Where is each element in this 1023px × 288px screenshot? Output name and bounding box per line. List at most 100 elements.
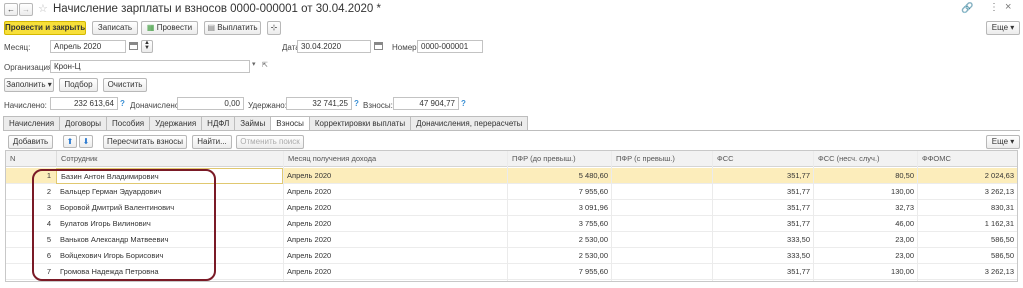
save-button[interactable]: Записать [92, 21, 138, 35]
help-icon[interactable]: ? [461, 98, 466, 109]
star-icon[interactable]: ☆ [38, 2, 48, 15]
cell-fss[interactable]: 333,50 [712, 248, 813, 264]
month-stepper[interactable]: ▲ ▼ [141, 40, 153, 53]
cell-fss[interactable]: 351,77 [712, 168, 813, 184]
cell-pfr-after[interactable] [611, 184, 712, 200]
cell-ffoms[interactable]: 830,31 [917, 200, 1017, 216]
date-field[interactable]: 30.04.2020 [297, 40, 371, 53]
cell-month[interactable]: Апрель 2020 [283, 184, 507, 200]
cell-fss[interactable]: 351,77 [712, 184, 813, 200]
select-button[interactable]: Подбор [59, 78, 98, 92]
cell-pfr-after[interactable] [611, 232, 712, 248]
calendar-icon[interactable] [129, 42, 138, 50]
cell-pfr-before[interactable]: 2 530,00 [507, 248, 611, 264]
grid-more-button[interactable]: Еще ▾ [986, 135, 1020, 149]
chevron-down-icon: ▾ [47, 80, 52, 89]
tab-accruals[interactable]: Начисления [3, 116, 61, 130]
move-down-button[interactable]: ⬇ [79, 135, 93, 148]
tab-contracts[interactable]: Договоры [59, 116, 107, 130]
post-button[interactable]: ▦ Провести [141, 21, 198, 35]
cell-month[interactable]: Апрель 2020 [283, 232, 507, 248]
more-button[interactable]: Еще ▾ [986, 21, 1020, 35]
dropdown-icon[interactable]: ▾ [252, 60, 256, 68]
help-icon[interactable]: ? [354, 98, 359, 109]
tab-deductions[interactable]: Удержания [149, 116, 203, 130]
post-and-close-button[interactable]: Провести и закрыть [4, 21, 86, 35]
tab-contributions[interactable]: Взносы [270, 116, 310, 131]
cell-ffoms[interactable]: 3 262,13 [917, 184, 1017, 200]
cell-fss[interactable]: 351,77 [712, 200, 813, 216]
link-icon[interactable]: 🔗 [961, 3, 973, 14]
arrow-right-icon: → [22, 5, 30, 14]
cell-fss[interactable]: 351,77 [712, 216, 813, 232]
cell-fss-accident[interactable]: 23,00 [813, 248, 917, 264]
cell-month[interactable]: Апрель 2020 [283, 248, 507, 264]
cell-pfr-after[interactable] [611, 200, 712, 216]
cell-pfr-before[interactable]: 3 755,60 [507, 216, 611, 232]
cell-pfr-before[interactable]: 5 480,60 [507, 168, 611, 184]
org-field[interactable]: Крон-Ц [50, 60, 250, 73]
forward-button[interactable]: → [19, 3, 33, 16]
cell-pfr-before[interactable]: 3 091,96 [507, 200, 611, 216]
attach-button[interactable]: ⊹ [267, 21, 281, 35]
fill-button[interactable]: Заполнить ▾ [4, 78, 54, 92]
pay-button[interactable]: ▤ Выплатить [204, 21, 261, 35]
additional-label: Доначислено: [130, 101, 182, 110]
cell-pfr-after[interactable] [611, 248, 712, 264]
number-label: Номер: [392, 43, 419, 52]
col-pfr-after[interactable]: ПФР (с превыш.) [611, 151, 712, 167]
cell-pfr-after[interactable] [611, 264, 712, 280]
cell-month[interactable]: Апрель 2020 [283, 264, 507, 280]
help-icon[interactable]: ? [120, 98, 125, 109]
tab-payment-corrections[interactable]: Корректировки выплаты [308, 116, 412, 130]
cell-pfr-after[interactable] [611, 168, 712, 184]
col-ffoms[interactable]: ФФОМС [917, 151, 1017, 167]
cell-ffoms[interactable]: 586,50 [917, 248, 1017, 264]
month-label: Месяц: [4, 43, 31, 52]
cell-month[interactable]: Апрель 2020 [283, 200, 507, 216]
col-pfr-before[interactable]: ПФР (до превыш.) [507, 151, 611, 167]
cell-fss-accident[interactable]: 46,00 [813, 216, 917, 232]
tab-recalculations[interactable]: Доначисления, перерасчеты [410, 116, 529, 130]
tab-loans[interactable]: Займы [234, 116, 272, 130]
recalc-button[interactable]: Пересчитать взносы [103, 135, 187, 149]
window-title: Начисление зарплаты и взносов 0000-00000… [53, 3, 381, 15]
cancel-search-button[interactable]: Отменить поиск [236, 135, 304, 149]
col-fss[interactable]: ФСС [712, 151, 813, 167]
cell-pfr-after[interactable] [611, 216, 712, 232]
cell-fss-accident[interactable]: 32,73 [813, 200, 917, 216]
cell-fss-accident[interactable]: 23,00 [813, 232, 917, 248]
month-field[interactable]: Апрель 2020 [50, 40, 126, 53]
close-icon[interactable]: × [1005, 1, 1011, 13]
col-employee[interactable]: Сотрудник [56, 151, 283, 167]
find-button[interactable]: Найти... [192, 135, 232, 149]
cell-fss-accident[interactable]: 130,00 [813, 264, 917, 280]
cell-month[interactable]: Апрель 2020 [283, 168, 507, 184]
back-button[interactable]: ← [4, 3, 18, 16]
cell-fss[interactable]: 351,77 [712, 264, 813, 280]
cell-pfr-before[interactable]: 7 955,60 [507, 264, 611, 280]
cell-fss-accident[interactable]: 130,00 [813, 184, 917, 200]
date-calendar-icon[interactable] [374, 42, 383, 50]
clear-button[interactable]: Очистить [103, 78, 147, 92]
tab-benefits[interactable]: Пособия [106, 116, 151, 130]
cell-month[interactable]: Апрель 2020 [283, 216, 507, 232]
col-month[interactable]: Месяц получения дохода [283, 151, 507, 167]
open-icon[interactable]: ⇱ [262, 61, 268, 69]
number-field[interactable]: 0000-000001 [417, 40, 483, 53]
add-button[interactable]: Добавить [8, 135, 53, 149]
cell-ffoms[interactable]: 1 162,31 [917, 216, 1017, 232]
cell-ffoms[interactable]: 3 262,13 [917, 264, 1017, 280]
more-icon[interactable]: ⋮ [989, 2, 999, 13]
withheld-field: 32 741,25 [286, 97, 352, 110]
cell-pfr-before[interactable]: 7 955,60 [507, 184, 611, 200]
tab-ndfl[interactable]: НДФЛ [201, 116, 236, 130]
cell-fss[interactable]: 333,50 [712, 232, 813, 248]
cell-ffoms[interactable]: 2 024,63 [917, 168, 1017, 184]
col-fss-accident[interactable]: ФСС (несч. случ.) [813, 151, 917, 167]
cell-fss-accident[interactable]: 80,50 [813, 168, 917, 184]
cell-pfr-before[interactable]: 2 530,00 [507, 232, 611, 248]
move-up-button[interactable]: ⬆ [63, 135, 77, 148]
col-n[interactable]: N [6, 151, 28, 167]
cell-ffoms[interactable]: 586,50 [917, 232, 1017, 248]
